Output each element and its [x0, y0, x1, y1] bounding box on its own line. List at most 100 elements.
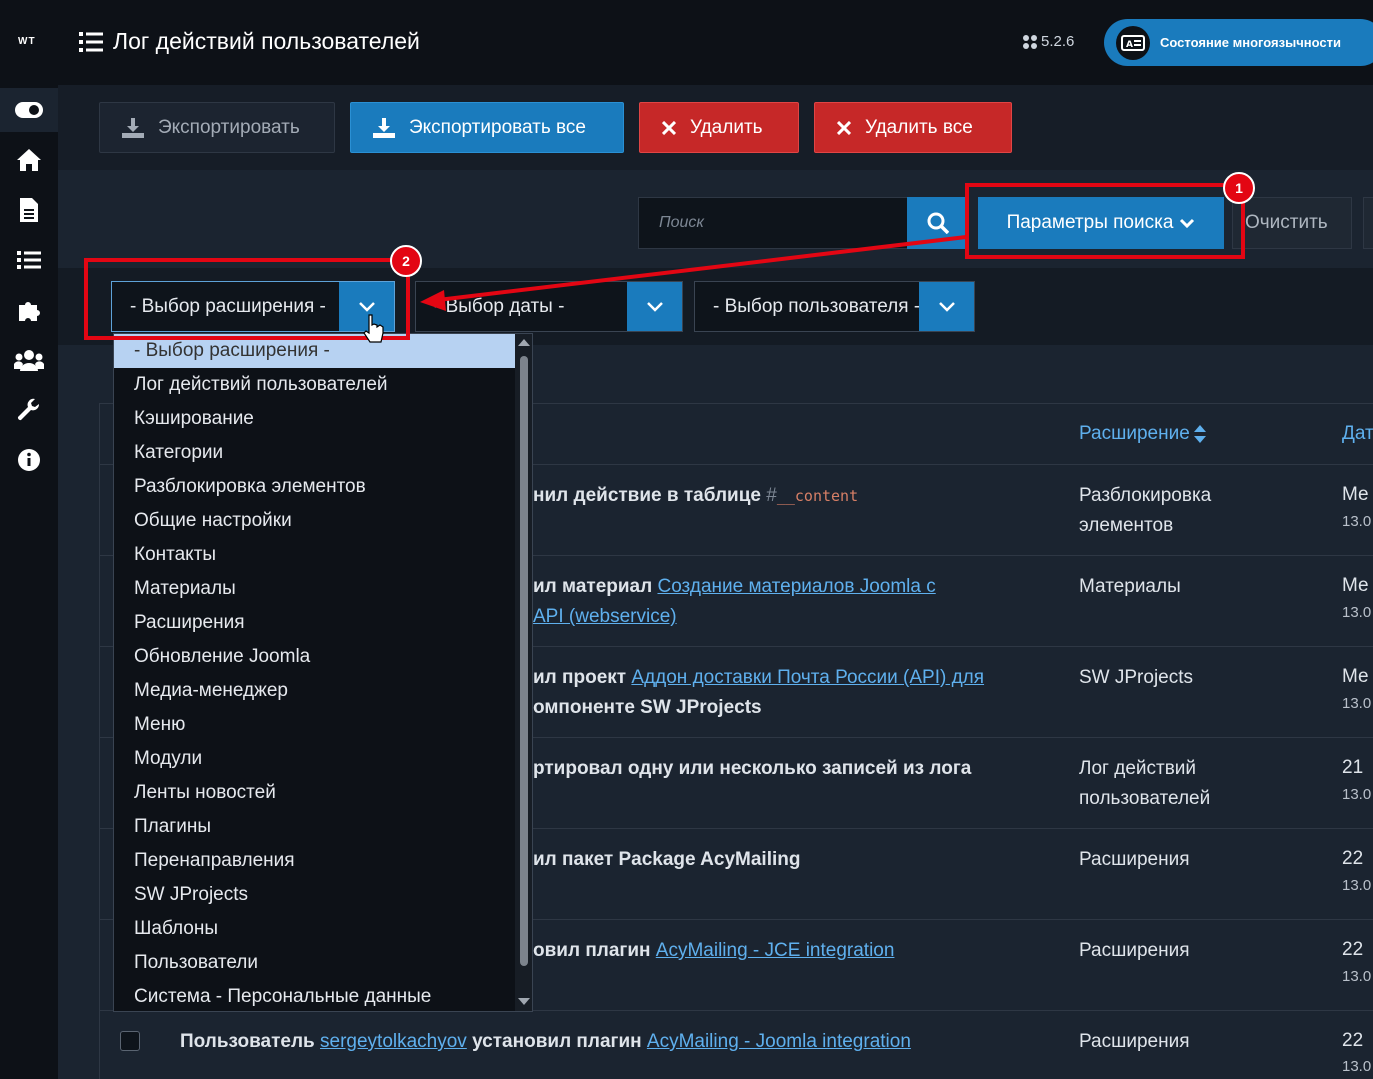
table-row-time: 13.0	[1342, 513, 1372, 530]
dropdown-option[interactable]: Пользователи	[114, 946, 515, 980]
user-link[interactable]: sergeytolkachyov	[320, 1031, 467, 1052]
download-icon	[373, 117, 395, 138]
puzzle-icon	[19, 302, 40, 321]
wrench-icon	[17, 398, 40, 421]
row-checkbox[interactable]	[120, 1031, 140, 1051]
action-text: ил проект	[533, 667, 632, 688]
table-row-action: ил пакет Package AcyMailing	[533, 849, 801, 870]
table-row-time: 13.0	[1342, 877, 1372, 894]
scroll-down-icon[interactable]	[518, 998, 530, 1005]
dropdown-option[interactable]: Ленты новостей	[114, 776, 515, 810]
table-row-date: Ме	[1342, 575, 1369, 596]
date-filter-value: - Выбор даты -	[434, 295, 565, 317]
export-button[interactable]: Экспортировать	[99, 102, 335, 153]
user-filter-value: - Выбор пользователя -	[713, 295, 921, 317]
column-header-date[interactable]: Дат	[1342, 423, 1373, 445]
export-all-button[interactable]: Экспортировать все	[350, 102, 624, 153]
sidebar	[0, 85, 58, 1079]
table-row-action: ил материал Создание материалов Joomla с	[533, 572, 936, 602]
sidebar-item-components[interactable]	[0, 288, 58, 332]
material-link[interactable]: Создание материалов Joomla с	[657, 576, 935, 597]
dropdown-option[interactable]: Кэширование	[114, 402, 515, 436]
action-text: Пользователь	[180, 1031, 321, 1052]
search-input[interactable]: Поиск	[638, 197, 908, 249]
list-limit-select[interactable]	[1363, 197, 1373, 249]
table-row-date: 21	[1342, 757, 1364, 778]
sidebar-item-menus[interactable]	[0, 238, 58, 282]
sidebar-item-system[interactable]	[0, 388, 58, 432]
chevron-down-icon	[938, 302, 955, 312]
dropdown-option[interactable]: SW JProjects	[114, 878, 515, 912]
dropdown-option[interactable]: Категории	[114, 436, 515, 470]
users-icon	[14, 350, 44, 371]
top-bar: WT Лог действий пользователей 5.2.6 A Со…	[0, 0, 1373, 85]
action-text: установил плагин	[466, 1031, 647, 1052]
dropdown-option[interactable]: Медиа-менеджер	[114, 674, 515, 708]
table-row-date: Ме	[1342, 666, 1369, 687]
action-hash: #	[766, 485, 777, 506]
dropdown-option[interactable]: Система - Персональные данные	[114, 980, 515, 1011]
clear-button[interactable]: Очистить	[1232, 197, 1352, 249]
joomla-icon	[1023, 34, 1037, 49]
table-row-extension: Расширения	[1079, 849, 1190, 870]
table-row-action: ил проект Аддон доставки Почта России (A…	[533, 663, 984, 693]
multilang-status-button[interactable]: A Состояние многоязычности	[1104, 19, 1373, 66]
sidebar-item-users[interactable]	[0, 338, 58, 382]
dropdown-option[interactable]: Лог действий пользователей	[114, 368, 515, 402]
sidebar-item-home[interactable]	[0, 138, 58, 182]
version-badge: 5.2.6	[1022, 33, 1074, 50]
table-row-action-line2: API (webservice)	[533, 602, 677, 632]
sidebar-item-content[interactable]	[0, 188, 58, 232]
sidebar-item-help[interactable]	[0, 438, 58, 482]
table-row-action: нил действие в таблице #__content	[533, 481, 858, 511]
sidebar-toggle[interactable]	[0, 88, 58, 132]
table-row-extension: Разблокировка элементов	[1079, 485, 1212, 536]
table-row-date: 22	[1342, 939, 1364, 960]
action-code: __content	[776, 487, 859, 505]
dropdown-option[interactable]: Контакты	[114, 538, 515, 572]
dropdown-option[interactable]: Меню	[114, 708, 515, 742]
chevron-down-icon	[646, 302, 663, 312]
user-filter-caret[interactable]	[919, 282, 974, 331]
search-button[interactable]	[907, 197, 969, 249]
version-text: 5.2.6	[1041, 33, 1075, 50]
close-icon	[662, 120, 676, 135]
dropdown-option[interactable]: Перенаправления	[114, 844, 515, 878]
material-link-continued[interactable]: API (webservice)	[533, 606, 677, 627]
project-link[interactable]: Аддон доставки Почта России (API) для	[631, 667, 984, 688]
date-filter-select[interactable]: - Выбор даты -	[415, 281, 683, 332]
scrollbar-thumb[interactable]	[520, 356, 528, 966]
scroll-up-icon[interactable]	[518, 339, 530, 346]
delete-button[interactable]: Удалить	[639, 102, 799, 153]
table-row-time: 13.0	[1342, 1058, 1372, 1075]
dropdown-option[interactable]: Модули	[114, 742, 515, 776]
table-row-time: 13.0	[1342, 695, 1372, 712]
delete-label: Удалить	[690, 116, 763, 138]
dropdown-scrollbar[interactable]	[515, 334, 532, 1011]
table-row-extension: Материалы	[1079, 576, 1181, 597]
export-all-label: Экспортировать все	[409, 116, 586, 138]
column-header-extension[interactable]: Расширение	[1079, 423, 1206, 445]
toggle-icon	[15, 102, 43, 118]
user-filter-select[interactable]: - Выбор пользователя -	[694, 281, 975, 332]
dropdown-option[interactable]: Общие настройки	[114, 504, 515, 538]
dropdown-option[interactable]: Материалы	[114, 572, 515, 606]
extension-dropdown-list[interactable]: - Выбор расширения - Лог действий пользо…	[113, 333, 533, 1012]
date-filter-caret[interactable]	[627, 282, 682, 331]
table-row-action: овил плагин AcyMailing - JCE integration	[533, 936, 894, 966]
dropdown-option[interactable]: Плагины	[114, 810, 515, 844]
column-header-extension-label: Расширение	[1079, 423, 1190, 444]
dropdown-option[interactable]: Шаблоны	[114, 912, 515, 946]
action-text: нил действие в таблице	[533, 485, 767, 506]
dropdown-option[interactable]: Разблокировка элементов	[114, 470, 515, 504]
dropdown-option[interactable]: Обновление Joomla	[114, 640, 515, 674]
delete-all-button[interactable]: Удалить все	[814, 102, 1012, 153]
document-icon	[20, 198, 38, 222]
list-icon	[79, 31, 103, 52]
logo[interactable]: WT	[18, 36, 36, 47]
dropdown-option[interactable]: Расширения	[114, 606, 515, 640]
delete-all-label: Удалить все	[865, 116, 973, 138]
plugin-link[interactable]: AcyMailing - JCE integration	[656, 940, 895, 961]
list-icon	[17, 251, 41, 269]
plugin-link[interactable]: AcyMailing - Joomla integration	[647, 1031, 911, 1052]
